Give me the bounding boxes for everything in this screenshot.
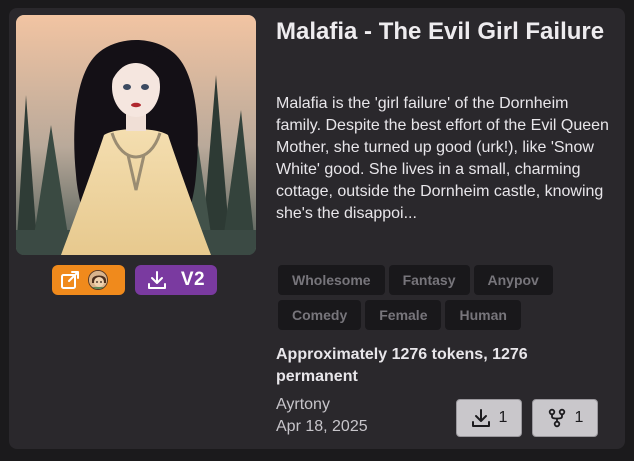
tag-anypov[interactable]: Anypov xyxy=(473,265,553,295)
tag-list: Wholesome Fantasy Anypov Comedy Female H… xyxy=(278,265,578,330)
fork-button[interactable]: 1 xyxy=(532,399,598,437)
download-icon xyxy=(471,409,490,427)
token-info: Approximately 1276 tokens, 1276 permanen… xyxy=(276,346,528,385)
character-portrait[interactable] xyxy=(16,15,256,255)
portrait-image xyxy=(16,15,256,255)
download-count: 1 xyxy=(498,409,508,426)
badge-row: V2 xyxy=(52,265,217,295)
character-card: V2 Malafia - The Evil Girl Failure Malaf… xyxy=(9,8,625,449)
fork-count: 1 xyxy=(574,409,584,426)
author-name[interactable]: Ayrtony xyxy=(276,394,330,415)
character-description: Malafia is the 'girl failure' of the Dor… xyxy=(276,95,609,222)
fork-icon xyxy=(548,408,565,428)
version-label: V2 xyxy=(180,269,206,290)
download-icon xyxy=(147,271,166,289)
external-link-icon xyxy=(61,271,79,289)
download-button[interactable]: 1 xyxy=(456,399,522,437)
tag-wholesome[interactable]: Wholesome xyxy=(278,265,385,295)
download-version-badge[interactable]: V2 xyxy=(135,265,217,295)
tag-female[interactable]: Female xyxy=(365,300,442,330)
external-link-badge[interactable] xyxy=(52,265,125,295)
tag-comedy[interactable]: Comedy xyxy=(278,300,362,330)
character-title[interactable]: Malafia - The Evil Girl Failure xyxy=(276,16,606,47)
tag-fantasy[interactable]: Fantasy xyxy=(388,265,470,295)
publish-date: Apr 18, 2025 xyxy=(276,418,368,435)
tag-human[interactable]: Human xyxy=(445,300,521,330)
creator-avatar xyxy=(88,270,108,290)
